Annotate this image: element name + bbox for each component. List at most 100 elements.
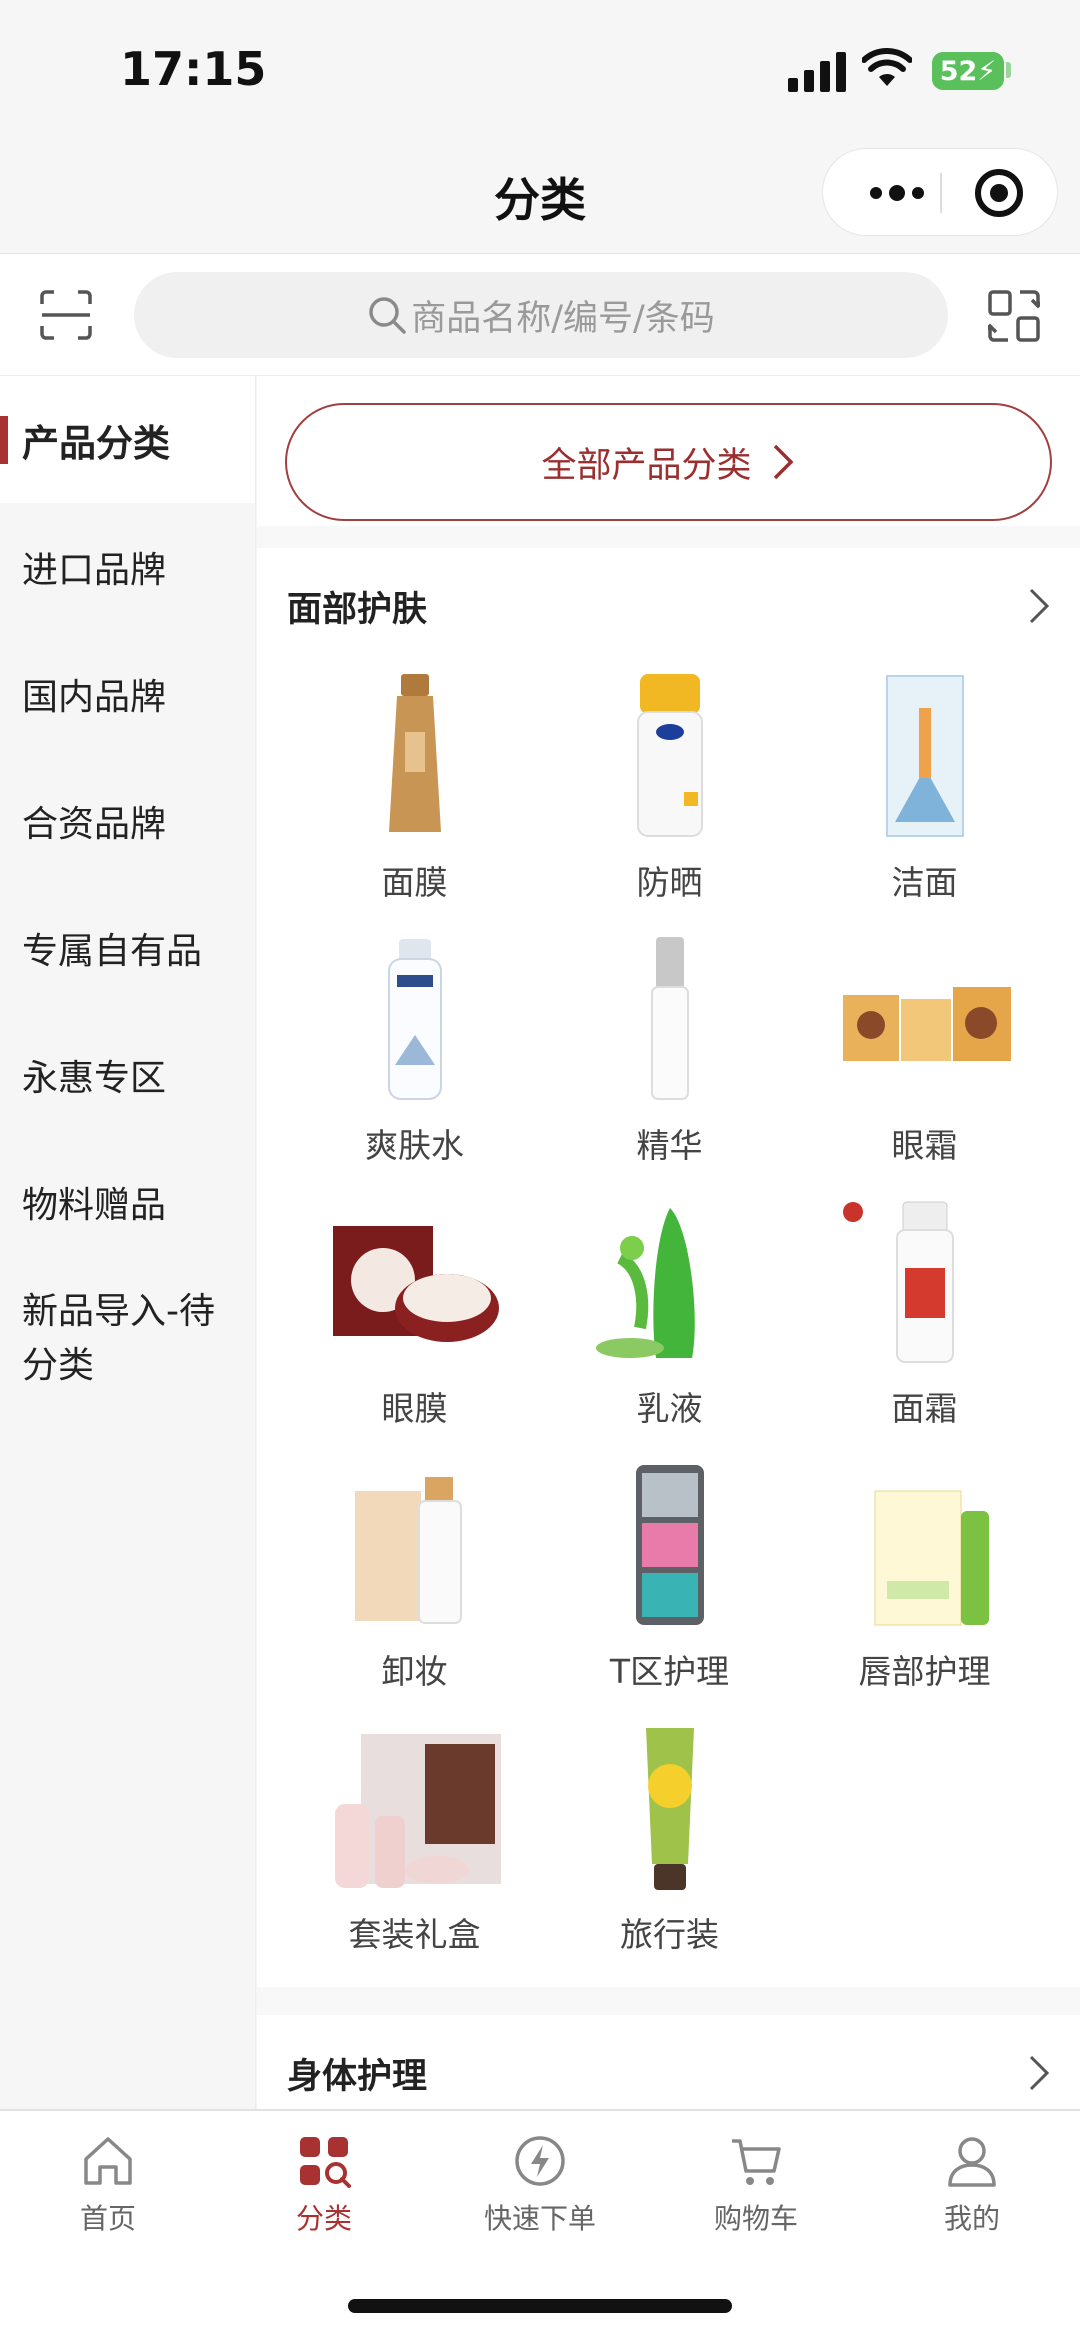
- sidebar-item-label: 国内品牌: [22, 676, 167, 718]
- chevron-right-icon: [1029, 588, 1050, 624]
- section-header-body-care[interactable]: 身体护理: [257, 2015, 1080, 2109]
- subcategory-item[interactable]: 精华: [542, 927, 797, 1190]
- tab-home[interactable]: 首页: [0, 2133, 216, 2237]
- nav-bar: 分类: [0, 130, 1080, 254]
- more-icon[interactable]: [853, 149, 941, 237]
- subcategory-label: 精华: [636, 1126, 703, 1165]
- category-icon: [300, 2137, 351, 2188]
- subcategory-item[interactable]: 卸妆: [287, 1453, 542, 1716]
- subcategory-item[interactable]: 面膜: [287, 664, 542, 927]
- subcategory-label: 眼霜: [891, 1126, 958, 1165]
- sidebar-item-gifts[interactable]: 物料赠品: [0, 1138, 255, 1265]
- nose-strip-icon: [635, 1465, 704, 1625]
- category-sidebar: 产品分类 进口品牌 国内品牌 合资品牌 专属自有品 永惠专区 物料赠品 新品导入…: [0, 376, 256, 2109]
- sidebar-item-product-category[interactable]: 产品分类: [0, 376, 255, 503]
- sidebar-item-domestic-brands[interactable]: 国内品牌: [0, 630, 255, 757]
- sidebar-item-label: 进口品牌: [22, 549, 167, 591]
- subcategory-label: 唇部护理: [858, 1652, 991, 1691]
- cleanser-box-icon: [885, 675, 964, 837]
- gift-set-icon: [334, 1734, 501, 1888]
- sidebar-item-label: 产品分类: [22, 421, 170, 465]
- subcategory-item[interactable]: 唇部护理: [797, 1453, 1052, 1716]
- sidebar-item-joint-brands[interactable]: 合资品牌: [0, 757, 255, 884]
- eye-cream-pack-icon: [842, 987, 1011, 1061]
- section-title: 面部护肤: [287, 589, 428, 630]
- search-row: 商品名称/编号/条码: [0, 254, 1080, 376]
- search-icon: [369, 297, 406, 334]
- tab-mine[interactable]: 我的: [864, 2133, 1080, 2237]
- status-bar: 17:15 52 ⚡: [0, 0, 1080, 130]
- subcategory-item[interactable]: 旅行装: [542, 1716, 797, 1979]
- section-header-face-care[interactable]: 面部护肤: [257, 548, 1080, 664]
- chevron-right-icon: [1029, 2055, 1050, 2091]
- travel-tube-icon: [645, 1728, 694, 1890]
- close-miniprogram-icon[interactable]: [975, 169, 1023, 217]
- battery-tip: [1006, 62, 1011, 78]
- sidebar-item-imported-brands[interactable]: 进口品牌: [0, 503, 255, 630]
- sunscreen-bottle-icon: [636, 674, 703, 837]
- subcategory-label: T区护理: [609, 1652, 730, 1691]
- tab-quick-order[interactable]: 快速下单: [432, 2133, 648, 2237]
- cream-pump-icon: [842, 1201, 954, 1363]
- tab-label: 快速下单: [483, 2202, 596, 2235]
- eye-mask-jar-icon: [332, 1226, 499, 1342]
- category-content: 全部产品分类 面部护肤 面膜 防晒 洁面 爽肤水 精华 眼霜 眼膜 乳液 面霜 …: [257, 376, 1080, 2109]
- tab-label: 首页: [79, 2202, 136, 2235]
- lightning-icon: [515, 2136, 565, 2186]
- subcategory-item[interactable]: 眼霜: [797, 927, 1052, 1190]
- makeup-remover-icon: [354, 1477, 462, 1624]
- battery-level: 52: [939, 55, 978, 87]
- subcategory-item[interactable]: 洁面: [797, 664, 1052, 927]
- cart-icon: [732, 2139, 781, 2185]
- all-category-wrap: 全部产品分类: [257, 376, 1080, 548]
- capsule-divider: [940, 173, 942, 213]
- tab-label: 分类: [295, 2202, 352, 2235]
- chevron-right-icon: [773, 444, 793, 480]
- subcategory-grid: 面膜 防晒 洁面 爽肤水 精华 眼霜 眼膜 乳液 面霜 卸妆 T区护理 唇部护理…: [257, 664, 1080, 1979]
- sidebar-item-label: 永惠专区: [22, 1057, 167, 1099]
- sidebar-item-label: 物料赠品: [22, 1184, 167, 1226]
- signal-icon: [788, 52, 846, 92]
- charging-icon: ⚡: [977, 55, 997, 87]
- subcategory-item[interactable]: 眼膜: [287, 1190, 542, 1453]
- subcategory-label: 乳液: [636, 1389, 703, 1428]
- status-time: 17:15: [120, 42, 267, 96]
- search-input[interactable]: 商品名称/编号/条码: [134, 272, 948, 358]
- sidebar-item-new-products[interactable]: 新品导入-待分类: [0, 1265, 255, 1415]
- subcategory-item[interactable]: 爽肤水: [287, 927, 542, 1190]
- sidebar-item-label: 合资品牌: [22, 803, 167, 845]
- toner-bottle-icon: [387, 939, 442, 1100]
- search-placeholder: 商品名称/编号/条码: [411, 298, 715, 339]
- subcategory-label: 面膜: [381, 863, 448, 902]
- home-indicator: [348, 2299, 732, 2313]
- section-title: 身体护理: [287, 2056, 428, 2097]
- scan-icon[interactable]: [40, 290, 92, 340]
- subcategory-item[interactable]: 防晒: [542, 664, 797, 927]
- tab-label: 我的: [943, 2202, 1000, 2235]
- subcategory-item[interactable]: T区护理: [542, 1453, 797, 1716]
- lip-balm-icon: [874, 1490, 989, 1626]
- tab-cart[interactable]: 购物车: [648, 2133, 864, 2237]
- subcategory-label: 洁面: [891, 863, 958, 902]
- subcategory-item[interactable]: 面霜: [797, 1190, 1052, 1453]
- sidebar-item-yonghui-zone[interactable]: 永惠专区: [0, 1011, 255, 1138]
- subcategory-label: 防晒: [636, 863, 703, 902]
- subcategory-label: 套装礼盒: [348, 1915, 481, 1954]
- aloe-gel-icon: [595, 1208, 695, 1358]
- sidebar-item-label: 专属自有品: [22, 930, 203, 972]
- subcategory-label: 卸妆: [381, 1652, 448, 1691]
- user-icon: [948, 2137, 996, 2187]
- sidebar-item-own-brand[interactable]: 专属自有品: [0, 884, 255, 1011]
- barcode-switch-icon[interactable]: [988, 288, 1040, 344]
- section-gap: [257, 1987, 1080, 2015]
- subcategory-label: 旅行装: [620, 1915, 719, 1954]
- all-categories-button[interactable]: 全部产品分类: [285, 403, 1052, 521]
- home-icon: [84, 2137, 132, 2185]
- subcategory-item[interactable]: 套装礼盒: [287, 1716, 542, 1979]
- subcategory-label: 眼膜: [381, 1389, 448, 1428]
- tab-category[interactable]: 分类: [216, 2133, 432, 2237]
- subcategory-label: 爽肤水: [365, 1126, 464, 1165]
- subcategory-item[interactable]: 乳液: [542, 1190, 797, 1453]
- subcategory-label: 面霜: [891, 1389, 958, 1428]
- tab-label: 购物车: [713, 2202, 798, 2235]
